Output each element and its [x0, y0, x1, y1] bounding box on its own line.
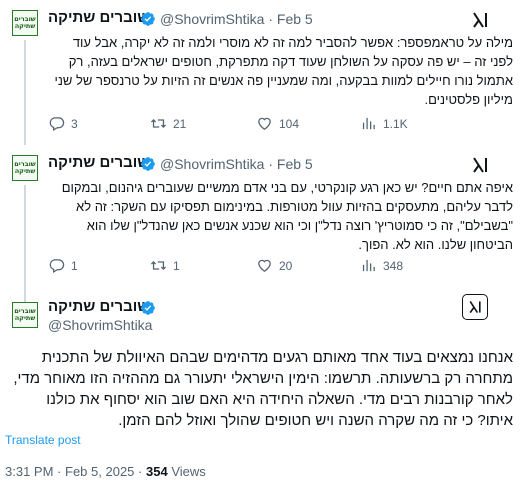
tweet-full-date[interactable]: Feb 5, 2025 — [65, 464, 134, 479]
like-count: 20 — [279, 258, 293, 273]
like-icon — [258, 259, 271, 272]
handle[interactable]: @ShovrimShtika — [48, 317, 152, 333]
like-button[interactable]: 20 — [256, 257, 292, 274]
tweet-date: Feb 5 — [276, 11, 313, 27]
avatar[interactable]: שוברים שתיקה — [12, 302, 38, 328]
display-name[interactable]: שוברים שתיקה — [48, 298, 149, 315]
tweet-actions: 3 21 104 1.1K — [42, 115, 412, 135]
grok-icon — [469, 300, 481, 314]
repost-count: 1 — [173, 258, 180, 273]
main-tweet-text: אנחנו נמצאים בעוד אחד מאותם רגעים מדהימי… — [13, 349, 513, 429]
tweet-actions: 1 1 20 348 — [42, 257, 412, 277]
verified-badge-icon — [141, 157, 155, 171]
views-icon — [362, 259, 375, 272]
grok-button[interactable] — [462, 294, 488, 320]
grok-icon[interactable] — [470, 10, 490, 30]
avatar-text: שתיקה — [14, 167, 36, 175]
avatar-text: שתיקה — [14, 22, 36, 30]
reply-button[interactable]: 1 — [48, 257, 78, 274]
thread-tweet-2[interactable]: שוברים שתיקה שוברים שתיקה @ShovrimShtika… — [0, 145, 525, 305]
reply-icon — [49, 117, 65, 132]
avatar[interactable]: שוברים שתיקה — [12, 10, 38, 36]
tweet-time[interactable]: 3:31 PM — [5, 464, 53, 479]
display-name[interactable]: שוברים שתיקה — [48, 154, 149, 171]
verified-badge-icon — [141, 301, 155, 315]
views-count: 348 — [383, 258, 404, 273]
avatar-text: שתיקה — [14, 314, 36, 322]
views-button[interactable]: 1.1K — [360, 115, 408, 132]
like-count: 104 — [279, 116, 300, 131]
handle[interactable]: @ShovrimShtika · Feb 5 — [160, 156, 313, 172]
thread-connector-line — [24, 185, 26, 305]
repost-button[interactable]: 1 — [150, 257, 180, 274]
repost-count: 21 — [173, 116, 187, 131]
display-name[interactable]: שוברים שתיקה — [48, 9, 149, 26]
views-icon — [362, 117, 375, 130]
thread-tweet-1[interactable]: שוברים שתיקה שוברים שתיקה @ShovrimShtika… — [0, 0, 525, 145]
reply-count: 3 — [71, 116, 78, 131]
repost-icon — [150, 261, 167, 270]
repost-button[interactable]: 21 — [150, 115, 186, 132]
tweet-date: Feb 5 — [276, 156, 313, 172]
views-count: 1.1K — [383, 116, 408, 131]
views-button[interactable]: 348 — [360, 257, 403, 274]
tweet-text: איפה אתם חיים? יש כאן רגע קונקרטי, עם בנ… — [61, 180, 513, 252]
translate-post-link[interactable]: Translate post — [5, 433, 81, 447]
views-count: 354 — [146, 464, 168, 479]
reply-icon — [49, 259, 65, 274]
tweet-metadata: 3:31 PM · Feb 5, 2025 · 354 Views — [5, 464, 206, 479]
views-label: Views — [171, 464, 206, 479]
reply-count: 1 — [71, 258, 78, 273]
verified-badge-icon — [141, 12, 155, 26]
reply-button[interactable]: 3 — [48, 115, 78, 132]
thread-connector-line — [24, 40, 26, 145]
like-button[interactable]: 104 — [256, 115, 299, 132]
avatar[interactable]: שוברים שתיקה — [12, 155, 38, 181]
handle[interactable]: @ShovrimShtika · Feb 5 — [160, 11, 313, 27]
repost-icon — [150, 119, 167, 128]
tweet-text: מילה על טראמפספר: אפשר להסביר למה זה לא … — [54, 35, 514, 107]
grok-icon[interactable] — [470, 155, 490, 175]
like-icon — [258, 117, 271, 130]
